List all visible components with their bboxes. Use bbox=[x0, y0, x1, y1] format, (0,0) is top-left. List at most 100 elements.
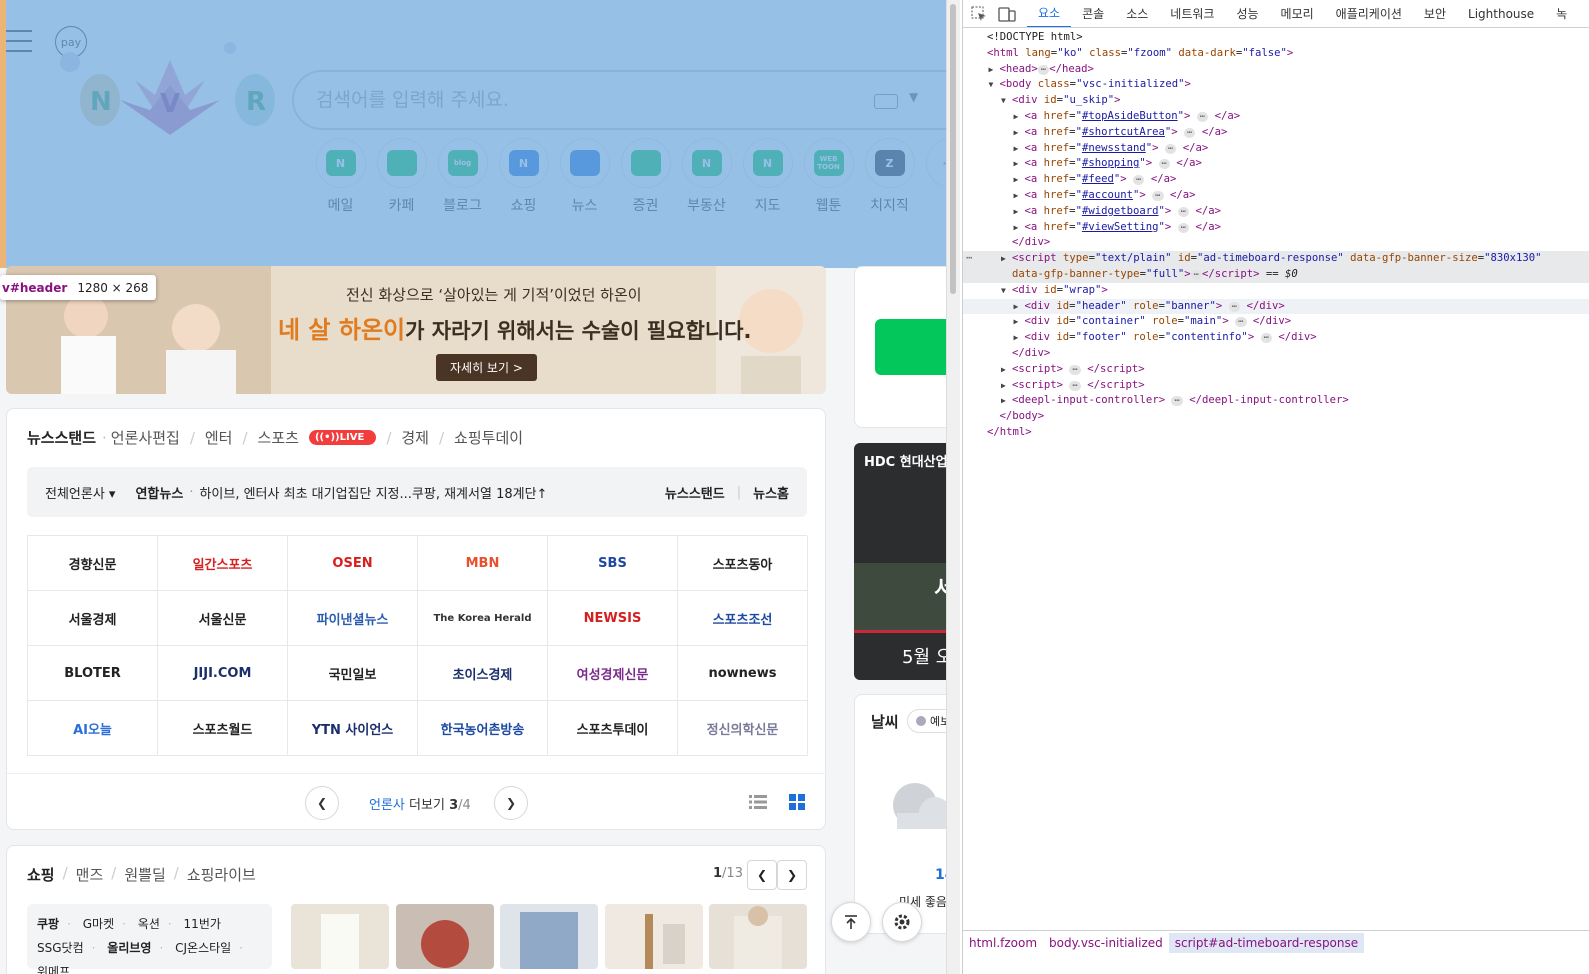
dom-node-line[interactable]: ▶ <head> ⋯ </head> bbox=[963, 62, 1589, 78]
tab-sports[interactable]: 스포츠 bbox=[258, 427, 299, 448]
naver-logo[interactable]: N V R bbox=[40, 40, 290, 145]
press-logo-cell[interactable]: OSEN bbox=[288, 536, 418, 591]
list-view-icon[interactable] bbox=[749, 794, 767, 810]
quick-link-item[interactable]: N 메일 bbox=[310, 138, 371, 215]
product-thumbnail[interactable] bbox=[291, 904, 389, 969]
devtools-tab[interactable]: 메모리 bbox=[1270, 0, 1325, 27]
dom-node-line[interactable]: ⋯ ▶ <script type="text/plain" id="ad-timeb… bbox=[963, 251, 1589, 267]
dom-node-line[interactable]: ▶ <div id="footer" role="contentinfo"> ⋯ … bbox=[963, 330, 1589, 346]
devtools-tab[interactable]: Lighthouse bbox=[1457, 0, 1545, 27]
news-home-link[interactable]: 뉴스홈 bbox=[753, 483, 789, 502]
press-logo-cell[interactable]: 파이낸셜뉴스 bbox=[288, 591, 418, 646]
press-logo-cell[interactable]: SBS bbox=[548, 536, 678, 591]
dom-node-line[interactable]: </div> bbox=[963, 346, 1589, 362]
grid-view-icon[interactable] bbox=[789, 794, 805, 810]
breadcrumb-item[interactable]: body.vsc-initialized bbox=[1043, 933, 1169, 953]
devtools-tab[interactable]: 보안 bbox=[1413, 0, 1457, 27]
dom-node-line[interactable]: ▶ <script> ⋯ </script> bbox=[963, 378, 1589, 394]
tab-mens[interactable]: 맨즈 bbox=[76, 864, 104, 885]
quick-link-item[interactable]: WEB TOON 웹툰 bbox=[798, 138, 859, 215]
press-logo-cell[interactable]: 정신의학신문 bbox=[678, 701, 808, 756]
hdc-ad[interactable]: HDC 현대산업개 서 5월 오 bbox=[854, 443, 954, 680]
dom-node-line[interactable]: ▶ <deepl-input-controller> ⋯ </deepl-inpu… bbox=[963, 393, 1589, 409]
dom-node-line[interactable]: ▶ <a href="#viewSetting"> ⋯ </a> bbox=[963, 220, 1589, 236]
press-logo-cell[interactable]: The Korea Herald bbox=[418, 591, 548, 646]
product-thumbnail[interactable] bbox=[396, 904, 494, 969]
press-logo-cell[interactable]: 서울신문 bbox=[158, 591, 288, 646]
weather-title[interactable]: 날씨 bbox=[871, 711, 899, 732]
headline-press[interactable]: 연합뉴스 bbox=[135, 483, 183, 502]
tab-shopping-today[interactable]: 쇼핑투데이 bbox=[454, 427, 523, 448]
search-input[interactable] bbox=[316, 86, 856, 114]
dom-node-line[interactable]: ▶ <a href="#newsstand"> ⋯ </a> bbox=[963, 141, 1589, 157]
press-logo-cell[interactable]: 국민일보 bbox=[288, 646, 418, 701]
dom-node-line[interactable]: ▼ <div id="wrap"> bbox=[963, 283, 1589, 299]
press-logo-cell[interactable]: 스포츠동아 bbox=[678, 536, 808, 591]
quick-link-item[interactable]: 카페 bbox=[371, 138, 432, 215]
mall-link[interactable]: 쿠팡 bbox=[37, 917, 59, 931]
dom-node-line[interactable]: ▶ <div id="container" role="main"> ⋯ </di… bbox=[963, 314, 1589, 330]
tab-one-plus-deal[interactable]: 원쁠딜 bbox=[124, 864, 165, 885]
press-filter-select[interactable]: 전체언론사 ▾ bbox=[45, 483, 115, 502]
press-logo-cell[interactable]: YTN 사이언스 bbox=[288, 701, 418, 756]
press-logo-cell[interactable]: nownews bbox=[678, 646, 808, 701]
dom-node-line[interactable]: </body> bbox=[963, 409, 1589, 425]
tab-press-edit[interactable]: 언론사편집 bbox=[111, 427, 180, 448]
tab-enter[interactable]: 엔터 bbox=[205, 427, 233, 448]
dom-node-line[interactable]: ▶ <a href="#widgetboard"> ⋯ </a> bbox=[963, 204, 1589, 220]
press-logo-cell[interactable]: NEWSIS bbox=[548, 591, 678, 646]
dom-node-line[interactable]: ▶ <a href="#feed"> ⋯ </a> bbox=[963, 172, 1589, 188]
press-logo-cell[interactable]: 스포츠투데이 bbox=[548, 701, 678, 756]
mall-link[interactable]: 위메프 bbox=[37, 965, 70, 974]
product-thumbnail[interactable] bbox=[500, 904, 598, 969]
dom-node-line[interactable]: data-gfp-banner-type="full"> ⋯ </script> =… bbox=[963, 266, 1589, 283]
mall-link[interactable]: SSG닷컴 bbox=[37, 941, 84, 955]
dom-node-line[interactable]: ▶ <a href="#shortcutArea"> ⋯ </a> bbox=[963, 125, 1589, 141]
quick-link-item[interactable]: N 부동산 bbox=[676, 138, 737, 215]
dom-node-line[interactable]: <!DOCTYPE html> bbox=[963, 30, 1589, 46]
press-logo-cell[interactable]: BLOTER bbox=[28, 646, 158, 701]
tab-economy[interactable]: 경제 bbox=[401, 427, 429, 448]
quick-link-item[interactable]: blog 블로그 bbox=[432, 138, 493, 215]
shopping-title[interactable]: 쇼핑 bbox=[27, 864, 55, 885]
product-thumbnail[interactable] bbox=[709, 904, 807, 969]
quick-link-item[interactable]: N 지도 bbox=[737, 138, 798, 215]
press-logo-cell[interactable]: 서울경제 bbox=[28, 591, 158, 646]
menu-icon[interactable] bbox=[6, 30, 32, 52]
dom-node-line[interactable]: ▶ <a href="#shopping"> ⋯ </a> bbox=[963, 156, 1589, 172]
press-logo-cell[interactable]: AI오늘 bbox=[28, 701, 158, 756]
mall-link[interactable]: 올리브영 bbox=[107, 941, 151, 955]
shopping-next-button[interactable]: ❯ bbox=[777, 860, 807, 890]
dom-node-line[interactable]: ▶ <script> ⋯ </script> bbox=[963, 362, 1589, 378]
mall-link[interactable]: 11번가 bbox=[184, 917, 221, 931]
dom-node-line[interactable]: </div> bbox=[963, 235, 1589, 251]
dom-node-line[interactable]: ▼ <body class="vsc-initialized"> bbox=[963, 77, 1589, 93]
press-logo-cell[interactable]: 한국농어촌방송 bbox=[418, 701, 548, 756]
settings-button[interactable] bbox=[882, 902, 922, 942]
press-logo-cell[interactable]: 초이스경제 bbox=[418, 646, 548, 701]
mall-link[interactable]: CJ온스타일 bbox=[175, 941, 231, 955]
scroll-top-button[interactable] bbox=[831, 902, 871, 942]
dom-node-line[interactable]: <html lang="ko" class="fzoom" data-dark=… bbox=[963, 46, 1589, 62]
dom-node-header[interactable]: ▶ <div id="header" role="banner"> ⋯ </div… bbox=[963, 298, 1589, 315]
press-logo-cell[interactable]: 스포츠월드 bbox=[158, 701, 288, 756]
headline-text[interactable]: 하이브, 엔터사 최초 대기업집단 지정...쿠팡, 재계서열 18계단↑ bbox=[199, 483, 664, 502]
press-logo-cell[interactable]: 일간스포츠 bbox=[158, 536, 288, 591]
newsstand-title[interactable]: 뉴스스탠드 bbox=[27, 427, 96, 448]
newsstand-link[interactable]: 뉴스스탠드 bbox=[665, 483, 725, 502]
chevron-down-icon[interactable]: ▼ bbox=[909, 90, 918, 104]
press-logo-cell[interactable]: 여성경제신문 bbox=[548, 646, 678, 701]
device-toolbar-icon[interactable] bbox=[995, 5, 1019, 23]
press-logo-cell[interactable]: 스포츠조선 bbox=[678, 591, 808, 646]
scrollbar-thumb[interactable] bbox=[950, 4, 956, 294]
devtools-tab[interactable]: 콘솔 bbox=[1071, 0, 1115, 27]
breadcrumb-item[interactable]: script#ad-timeboard-response bbox=[1168, 932, 1365, 953]
dom-node-line[interactable]: ▶ <a href="#account"> ⋯ </a> bbox=[963, 188, 1589, 204]
product-thumbnail[interactable] bbox=[605, 904, 703, 969]
quick-link-item[interactable]: 증권 bbox=[615, 138, 676, 215]
mall-link[interactable]: G마켓 bbox=[83, 917, 114, 931]
breadcrumb-item[interactable]: html.fzoom bbox=[963, 933, 1043, 953]
keyboard-icon[interactable] bbox=[874, 94, 898, 109]
devtools-tab[interactable]: 성능 bbox=[1225, 0, 1269, 27]
dom-node-line[interactable]: ▼ <div id="u_skip"> bbox=[963, 93, 1589, 109]
